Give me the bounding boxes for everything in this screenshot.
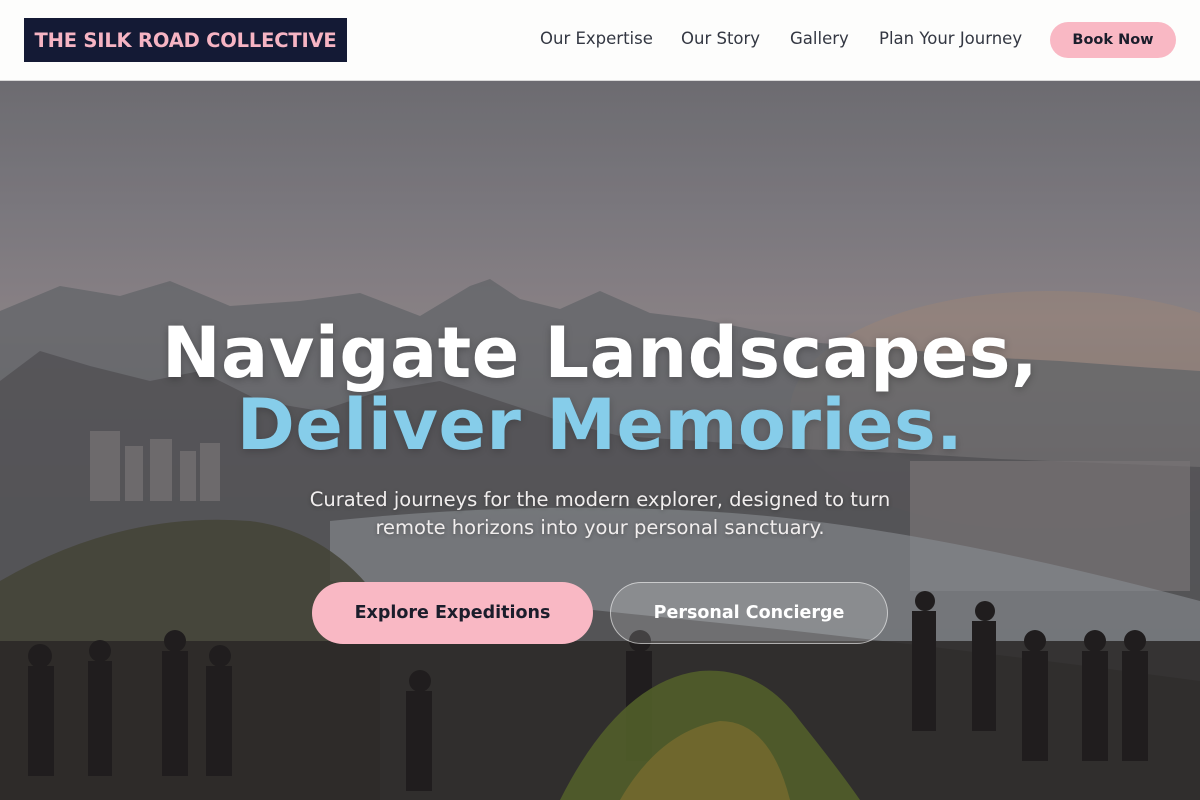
book-now-button[interactable]: Book Now bbox=[1050, 22, 1176, 58]
hero-headline: Navigate Landscapes, Deliver Memories. bbox=[0, 317, 1200, 461]
explore-expeditions-button[interactable]: Explore Expeditions bbox=[312, 582, 593, 644]
nav-link-gallery[interactable]: Gallery bbox=[790, 29, 849, 48]
nav-link-our-expertise[interactable]: Our Expertise bbox=[540, 29, 653, 48]
main-nav: Our Expertise Our Story Gallery Plan You… bbox=[0, 0, 1200, 80]
headline-line-2: Deliver Memories. bbox=[236, 384, 964, 466]
personal-concierge-button[interactable]: Personal Concierge bbox=[610, 582, 888, 644]
nav-link-plan-your-journey[interactable]: Plan Your Journey bbox=[879, 29, 1022, 48]
hero-subtitle: Curated journeys for the modern explorer… bbox=[309, 488, 891, 539]
headline-line-1: Navigate Landscapes, bbox=[161, 312, 1039, 394]
hero-section: Navigate Landscapes, Deliver Memories. C… bbox=[0, 81, 1200, 800]
site-header: THE SILK ROAD COLLECTIVE Our Expertise O… bbox=[0, 0, 1200, 81]
nav-link-our-story[interactable]: Our Story bbox=[681, 29, 760, 48]
